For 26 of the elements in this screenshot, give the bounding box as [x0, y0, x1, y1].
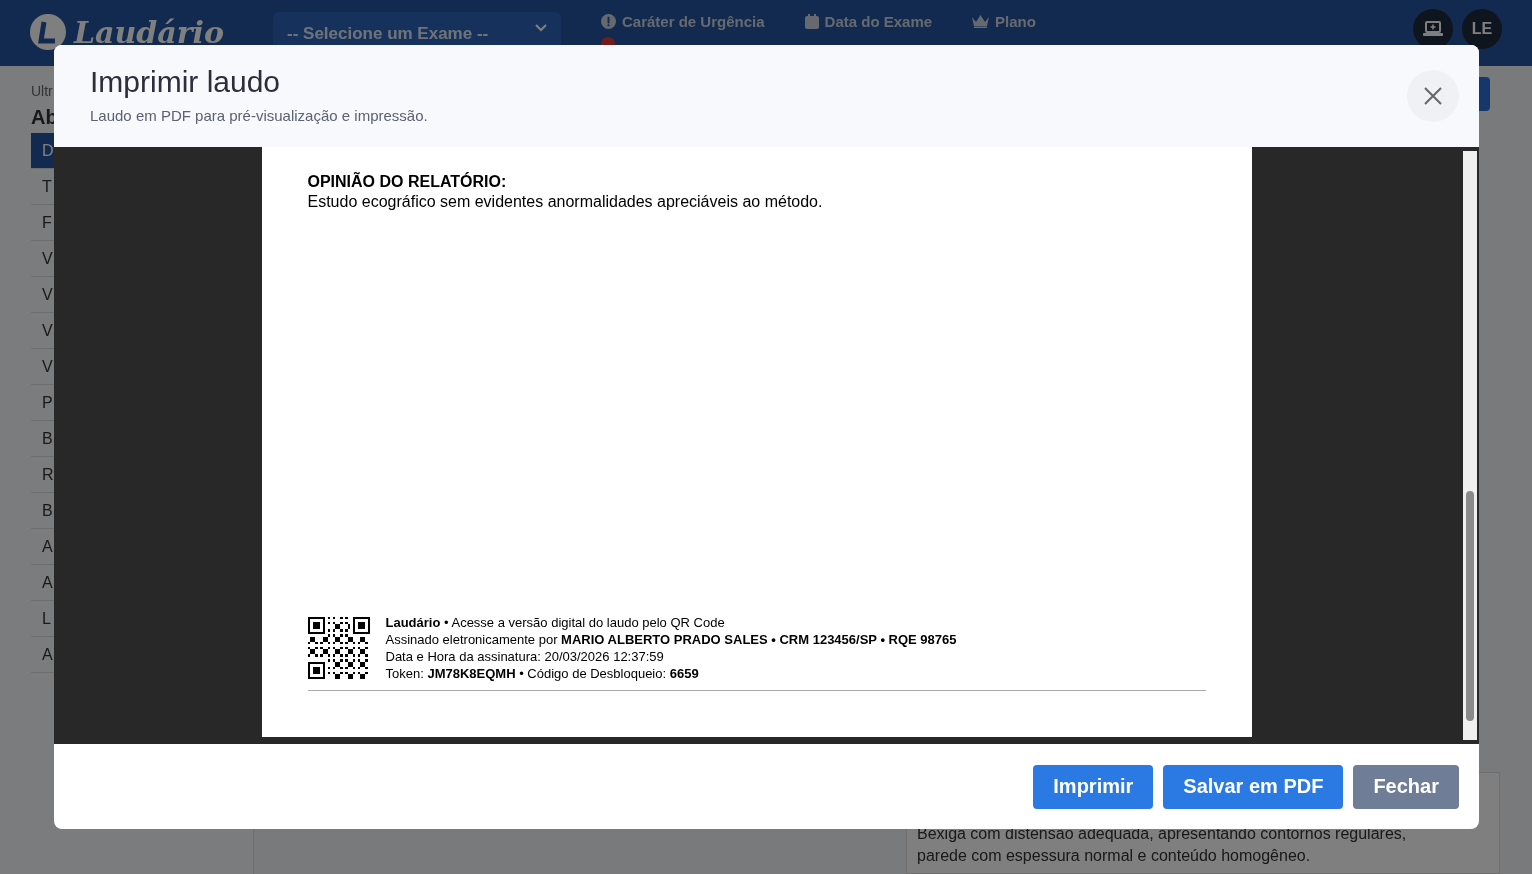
close-icon	[1423, 86, 1443, 106]
info-label: Caráter de Urgência	[622, 13, 765, 30]
calendar-icon	[804, 14, 819, 29]
dialog-button[interactable]: Salvar em PDF	[1163, 764, 1344, 809]
signature-line: Data e Hora da assinatura: 20/03/2026 12:37:59	[385, 648, 665, 665]
dialog-button[interactable]: Fechar	[1353, 764, 1459, 809]
user-avatar[interactable]: LE	[1462, 9, 1502, 49]
sidebar-caption: Ultr	[31, 83, 53, 99]
signature-line: Token: JM78K8EQMH • Código de Desbloqueio: 6659	[385, 665, 700, 682]
chevron-down-icon	[535, 24, 547, 32]
info-label: Data do Exame	[824, 13, 933, 30]
signature-line: Laudário • Acesse a versão digital do laudo pelo QR Code	[385, 614, 726, 631]
qr-code-drawing	[307, 617, 370, 679]
close-button[interactable]	[1407, 70, 1459, 122]
logo-text: Laudário	[74, 14, 224, 50]
dialog-title: Imprimir laudo	[90, 65, 282, 99]
crown-icon	[972, 15, 990, 28]
info-label: Plano	[995, 13, 1036, 30]
dialog-subtitle: Laudo em PDF para pré-visualização e impressão.	[90, 107, 428, 124]
section-text: Estudo ecográfico sem evidentes anormalidades apreciáveis ao método.	[307, 193, 824, 211]
laptop-icon	[1423, 21, 1443, 37]
signature-line: Assinado eletronicamente por MARIO ALBERTO PRADO SALES • CRM 123456/SP • RQE 98765	[385, 631, 957, 648]
section-heading: OPINIÃO DO RELATÓRIO:	[307, 173, 508, 191]
alert-icon	[601, 14, 616, 29]
scrollbar[interactable]	[1463, 151, 1477, 740]
dialog-button[interactable]: Imprimir	[1033, 764, 1154, 809]
